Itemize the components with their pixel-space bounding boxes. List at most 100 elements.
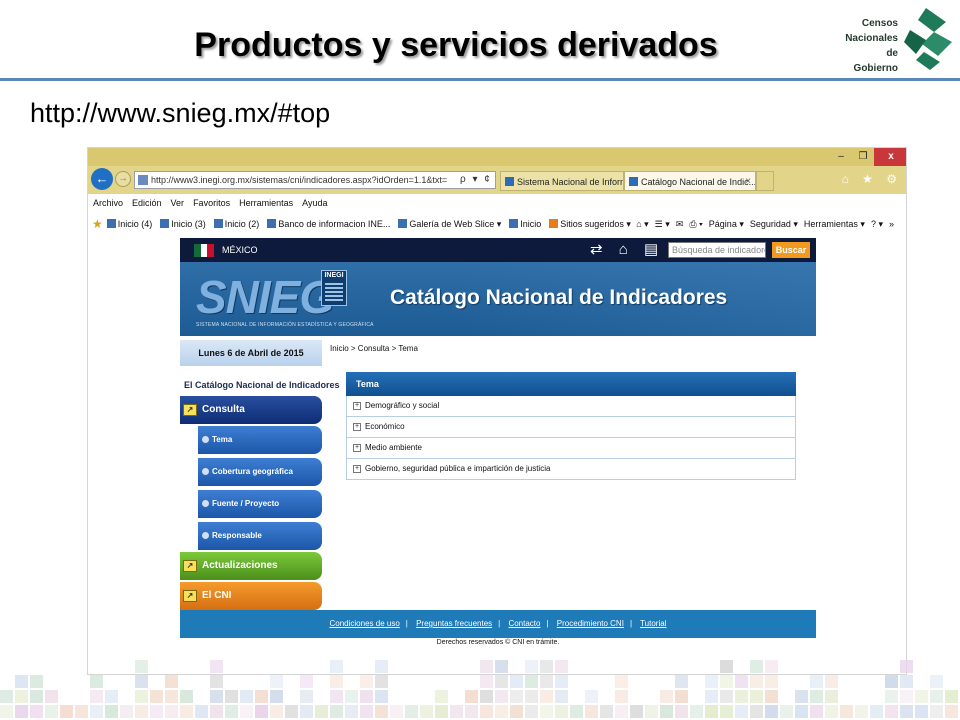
home-dropdown[interactable]: ⌂ ▾	[636, 212, 648, 236]
decorative-tile	[165, 690, 178, 703]
sidebar-section-consulta[interactable]: ↗ Consulta	[180, 396, 322, 424]
snieg-logo[interactable]: SNIEG	[196, 270, 335, 324]
sidebar-section-actualizaciones[interactable]: ↗ Actualizaciones	[180, 552, 322, 580]
menu-ver[interactable]: Ver	[171, 194, 185, 212]
decorative-tile	[525, 675, 538, 688]
pagina-menu[interactable]: Página ▾	[709, 212, 744, 236]
forward-button[interactable]: →	[115, 171, 131, 187]
decorative-tile	[210, 705, 223, 718]
sidebar-item-cobertura[interactable]: Cobertura geográfica	[198, 458, 322, 486]
feeds-dropdown[interactable]: ☰ ▾	[655, 212, 670, 236]
close-tab-icon[interactable]: ×	[745, 172, 751, 190]
decorative-tile	[555, 705, 568, 718]
menu-archivo[interactable]: Archivo	[93, 194, 123, 212]
favorite-item[interactable]: Inicio	[509, 212, 545, 236]
decorative-tile	[705, 675, 718, 688]
decorative-tile	[330, 690, 343, 703]
site-top-strip: MÉXICO ⇄ ⌂ ▤ Búsqueda de indicadores Bus…	[180, 238, 816, 262]
slide: Productos y servicios derivados http://w…	[0, 0, 960, 720]
decorative-tile	[300, 690, 313, 703]
back-button[interactable]: ←	[91, 168, 113, 190]
decorative-tile	[360, 705, 373, 718]
chart-icon: ↗	[183, 560, 197, 572]
restore-button[interactable]: ❐	[852, 148, 874, 166]
section-label: Consulta	[202, 404, 245, 415]
favorite-label: Inicio (3)	[171, 219, 206, 229]
footer-separator: |	[629, 619, 633, 628]
footer-separator: |	[546, 619, 549, 628]
favorite-label: Galería de Web Slice ▾	[409, 219, 502, 229]
address-tools[interactable]: ρ ▾ ¢	[460, 171, 492, 189]
decorative-tile	[210, 660, 223, 673]
seguridad-menu[interactable]: Seguridad ▾	[750, 212, 798, 236]
footer-link-preguntas[interactable]: Preguntas frecuentes	[416, 619, 492, 628]
expand-icon[interactable]: +	[353, 402, 361, 410]
tab-sistema-nacional[interactable]: Sistema Nacional de Informaci...	[500, 171, 624, 191]
favorite-item[interactable]: Inicio (2)	[213, 212, 264, 236]
decorative-tile	[930, 705, 943, 718]
favorite-item[interactable]: Galería de Web Slice ▾	[398, 212, 505, 236]
menu-herramientas[interactable]: Herramientas	[239, 194, 293, 212]
search-button[interactable]: Buscar	[772, 242, 810, 258]
decorative-tile	[735, 705, 748, 718]
decorative-tile	[600, 705, 613, 718]
decorative-tile	[45, 705, 58, 718]
address-bar[interactable]: http://www3.inegi.org.mx/sistemas/cni/in…	[134, 171, 496, 189]
site-tool-icons[interactable]: ⇄ ⌂ ▤	[590, 240, 664, 260]
decorative-tile	[585, 705, 598, 718]
sidebar-section-el-cni[interactable]: ↗ El CNI	[180, 582, 322, 610]
herramientas-menu[interactable]: Herramientas ▾	[804, 212, 865, 236]
menu-ayuda[interactable]: Ayuda	[302, 194, 327, 212]
favorites-star-icon[interactable]: ★	[92, 212, 103, 236]
tab-catalogo-active[interactable]: Catálogo Nacional de Indic... ×	[624, 171, 756, 191]
decorative-tile	[765, 690, 778, 703]
topic-row[interactable]: + Económico	[346, 417, 796, 438]
overflow-chevron-icon[interactable]: »	[889, 212, 894, 236]
command-bar: ⌂ ▾ ☰ ▾ ✉ ⎙ ▾ Página ▾ Seguridad ▾ Herra…	[630, 212, 894, 236]
favorite-label: Banco de informacion INE...	[278, 219, 391, 229]
decorative-tile	[945, 690, 958, 703]
favorite-item[interactable]: Inicio (3)	[160, 212, 210, 236]
expand-icon[interactable]: +	[353, 444, 361, 452]
current-date: Lunes 6 de Abril de 2015	[180, 340, 322, 366]
sidebar-item-responsable[interactable]: Responsable	[198, 522, 322, 550]
decorative-tile	[750, 675, 763, 688]
decorative-tile	[255, 705, 268, 718]
minimize-button[interactable]: –	[830, 148, 852, 166]
decorative-tile	[270, 690, 283, 703]
decorative-tile	[300, 705, 313, 718]
footer-link-tutorial[interactable]: Tutorial	[640, 619, 666, 628]
menu-edicion[interactable]: Edición	[132, 194, 162, 212]
expand-icon[interactable]: +	[353, 465, 361, 473]
menu-favoritos[interactable]: Favoritos	[193, 194, 230, 212]
topic-row[interactable]: + Medio ambiente	[346, 438, 796, 459]
topic-row[interactable]: + Gobierno, seguridad pública e impartici…	[346, 459, 796, 480]
decorative-tile	[660, 705, 673, 718]
decorative-tile	[0, 690, 13, 703]
help-dropdown[interactable]: ? ▾	[871, 212, 883, 236]
sidebar-item-tema[interactable]: Tema	[198, 426, 322, 454]
print-dropdown[interactable]: ⎙ ▾	[689, 212, 702, 236]
decorative-tile	[675, 690, 688, 703]
topic-row[interactable]: + Demográfico y social	[346, 396, 796, 417]
bullet-icon	[202, 436, 209, 443]
favorite-item[interactable]: Banco de informacion INE...	[267, 212, 394, 236]
sidebar-item-fuente[interactable]: Fuente / Proyecto	[198, 490, 322, 518]
mail-icon[interactable]: ✉	[676, 212, 684, 236]
favorite-item[interactable]: Inicio (4)	[106, 212, 157, 236]
expand-icon[interactable]: +	[353, 423, 361, 431]
footer-link-procedimiento[interactable]: Procedimiento CNI	[557, 619, 624, 628]
decorative-tile	[420, 705, 433, 718]
new-tab-button[interactable]	[756, 171, 774, 191]
close-window-button[interactable]: x	[874, 148, 906, 166]
footer-link-contacto[interactable]: Contacto	[508, 619, 540, 628]
home-favorites-tools-icons[interactable]: ⌂ ★ ⚙	[842, 172, 902, 186]
footer-link-condiciones[interactable]: Condiciones de uso	[330, 619, 400, 628]
decorative-tile	[135, 675, 148, 688]
bullet-icon	[202, 532, 209, 539]
indicator-search-input[interactable]: Búsqueda de indicadores	[668, 242, 766, 258]
menu-bar: Archivo Edición Ver Favoritos Herramient…	[88, 194, 906, 212]
decorative-tile	[675, 705, 688, 718]
decorative-tile	[60, 705, 73, 718]
favorite-item[interactable]: Sitios sugeridos ▾	[549, 212, 635, 236]
